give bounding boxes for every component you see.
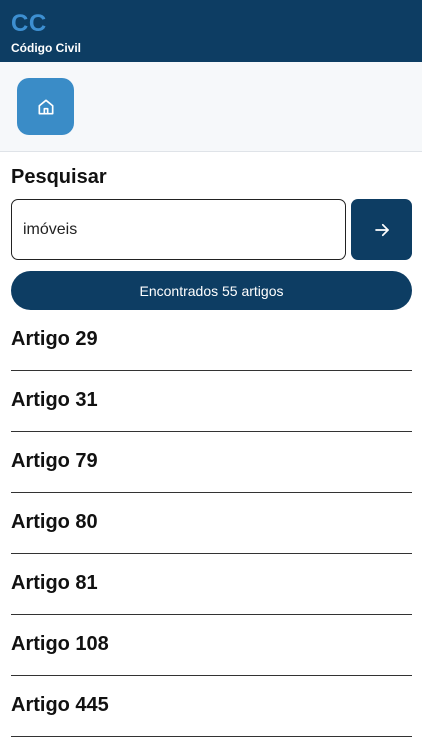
list-item-label: Artigo 31 <box>11 389 98 411</box>
list-item-label: Artigo 81 <box>11 572 98 594</box>
list-item-label: Artigo 108 <box>11 633 109 655</box>
home-button[interactable] <box>17 78 74 135</box>
arrow-right-icon <box>374 223 389 236</box>
app-abbreviation: CC <box>11 10 47 37</box>
list-item[interactable]: Artigo 108 <box>11 615 412 676</box>
list-item[interactable]: Artigo 79 <box>11 432 412 493</box>
home-icon <box>38 99 54 114</box>
list-item-label: Artigo 445 <box>11 694 109 716</box>
list-item[interactable]: Artigo 80 <box>11 493 412 554</box>
toolbar <box>0 62 422 152</box>
app-bar: CC Código Civil <box>0 0 422 62</box>
list-item-label: Artigo 79 <box>11 450 98 472</box>
list-item-label: Artigo 29 <box>11 328 98 350</box>
list-item[interactable]: Artigo 445 <box>11 676 412 737</box>
search-submit-button[interactable] <box>351 199 412 260</box>
results-count-badge: Encontrados 55 artigos <box>11 271 412 310</box>
list-item[interactable]: Artigo 29 <box>11 310 412 371</box>
search-input[interactable] <box>11 199 346 260</box>
search-heading: Pesquisar <box>11 166 107 188</box>
list-item[interactable]: Artigo 81 <box>11 554 412 615</box>
list-item-label: Artigo 80 <box>11 511 98 533</box>
results-list: Artigo 29 Artigo 31 Artigo 79 Artigo 80 … <box>11 310 412 737</box>
app-title: Código Civil <box>11 41 81 55</box>
list-item[interactable]: Artigo 31 <box>11 371 412 432</box>
